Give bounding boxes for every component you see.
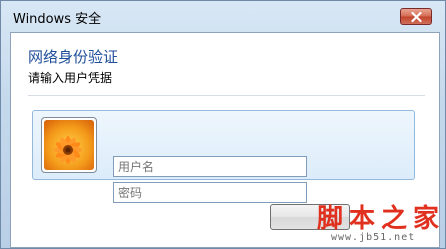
credential-tile[interactable] (32, 110, 415, 203)
watermark-url: www.jb51.net (331, 232, 416, 243)
password-input[interactable] (113, 182, 307, 203)
close-icon (410, 11, 422, 22)
window-title: Windows 安全 (13, 12, 102, 27)
username-input[interactable] (113, 156, 307, 177)
dialog-subheading: 请输入用户凭据 (28, 71, 113, 85)
flower-avatar-icon (44, 120, 94, 170)
watermark-text: 脚本之家 (317, 204, 446, 234)
watermark-logo: 脚本之家 www.jb51.net (299, 188, 445, 248)
avatar (41, 117, 97, 173)
separator (28, 95, 425, 96)
dialog-window: Windows 安全 网络身份验证 请输入用户凭据 用户名 脚本之家 www.j… (0, 0, 446, 249)
close-button[interactable] (400, 8, 432, 25)
dialog-heading: 网络身份验证 (28, 48, 119, 66)
